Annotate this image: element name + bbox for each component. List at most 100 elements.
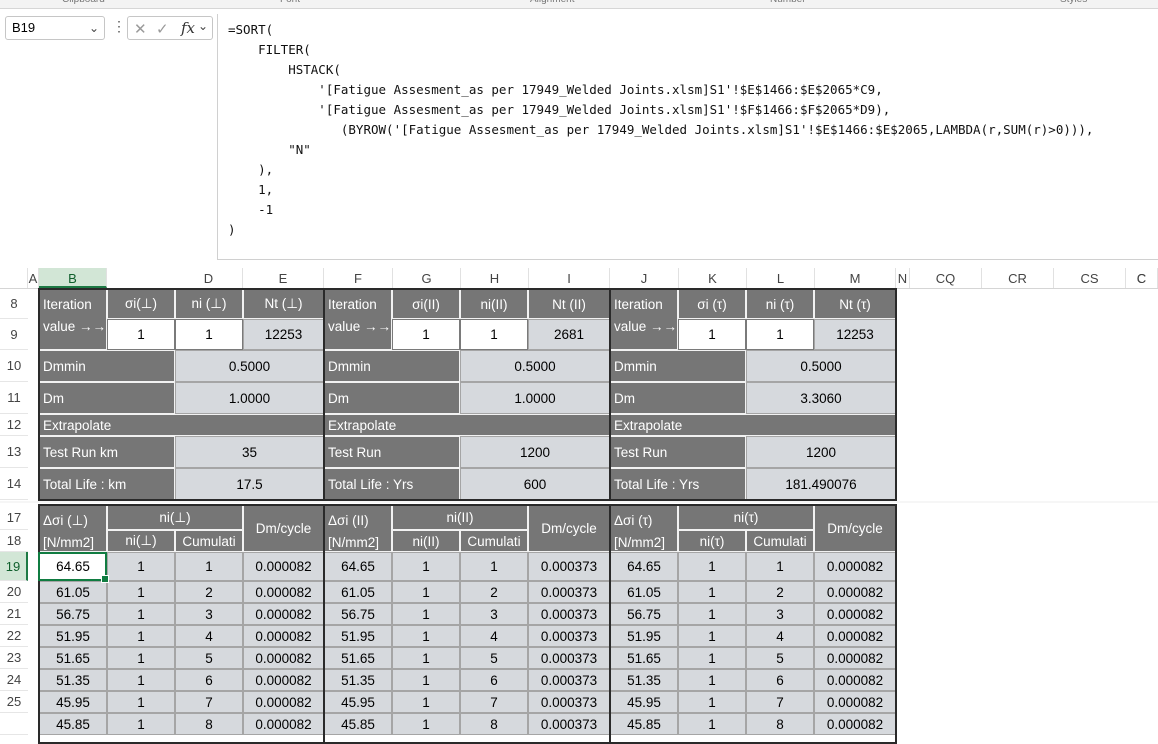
delta-sigma-header[interactable]: Δσi (⊥) [N/mm2] (39, 505, 107, 552)
row-header-10[interactable]: 10 (0, 350, 28, 382)
ni-value[interactable]: 1 (392, 625, 460, 647)
dmmin-value[interactable]: 0.5000 (175, 350, 324, 382)
stress-range-value[interactable]: 51.35 (39, 669, 107, 691)
ni-value[interactable]: 1 (107, 713, 175, 735)
cumulative-value[interactable]: 8 (746, 713, 814, 735)
cumulative-value[interactable]: 3 (746, 603, 814, 625)
header-cumulative[interactable]: Cumulati (460, 530, 528, 552)
header-cumulative[interactable]: Cumulati (746, 530, 814, 552)
ni-value[interactable]: 1 (392, 581, 460, 603)
row-header-13[interactable]: 13 (0, 436, 28, 468)
nt-value[interactable]: 12253 (814, 319, 896, 350)
cumulative-value[interactable]: 4 (746, 625, 814, 647)
header-ni[interactable]: ni(⊥) (107, 530, 175, 552)
formula-input[interactable]: =SORT( FILTER( HSTACK( '[Fatigue Assesme… (217, 14, 1158, 260)
dmmin-label[interactable]: Dmmin (39, 350, 175, 382)
dm-cycle-value[interactable]: 0.000082 (814, 647, 896, 669)
header-ni[interactable]: ni(τ) (678, 530, 746, 552)
header-sigma[interactable]: σi(⊥) (107, 289, 175, 319)
cumulative-value[interactable]: 5 (460, 647, 528, 669)
header-ni-group[interactable]: ni(⊥) (107, 505, 243, 530)
row-header-17[interactable]: 17 (0, 505, 28, 530)
dm-cycle-value[interactable]: 0.000373 (528, 603, 610, 625)
sigma-input[interactable]: 1 (678, 319, 746, 350)
column-header-f[interactable]: F (324, 268, 393, 288)
ni-input[interactable]: 1 (175, 319, 243, 350)
column-header-n[interactable]: N (896, 268, 910, 288)
column-header-l[interactable]: L (747, 268, 815, 288)
dm-cycle-value[interactable]: 0.000082 (243, 713, 324, 735)
active-cell-selection[interactable] (38, 552, 109, 583)
ni-value[interactable]: 1 (678, 669, 746, 691)
dm-label[interactable]: Dm (324, 382, 460, 414)
stress-range-value[interactable]: 51.65 (324, 647, 392, 669)
dm-cycle-value[interactable]: 0.000082 (814, 669, 896, 691)
dmmin-value[interactable]: 0.5000 (746, 350, 896, 382)
test-run-label[interactable]: Test Run (324, 436, 460, 468)
row-header-9[interactable]: 9 (0, 319, 28, 350)
ni-value[interactable]: 1 (107, 669, 175, 691)
stress-range-value[interactable]: 64.65 (324, 552, 392, 581)
dm-cycle-value[interactable]: 0.000082 (814, 691, 896, 713)
ni-value[interactable]: 1 (392, 669, 460, 691)
row-header-20[interactable]: 20 (0, 581, 28, 603)
column-header-d[interactable]: D (175, 268, 243, 288)
stress-range-value[interactable]: 61.05 (324, 581, 392, 603)
dm-cycle-value[interactable]: 0.000082 (814, 552, 896, 581)
more-options-icon[interactable]: ⋮ (112, 18, 126, 35)
test-run-value[interactable]: 35 (175, 436, 324, 468)
header-sigma[interactable]: σi (τ) (678, 289, 746, 319)
ni-value[interactable]: 1 (678, 713, 746, 735)
header-ni[interactable]: ni (⊥) (175, 289, 243, 319)
column-header-cr[interactable]: CR (982, 268, 1054, 288)
row-header-19[interactable]: 19 (0, 552, 28, 581)
cumulative-value[interactable]: 3 (175, 603, 243, 625)
cumulative-value[interactable]: 7 (175, 691, 243, 713)
total-life-value[interactable]: 17.5 (175, 468, 324, 500)
ni-value[interactable]: 1 (107, 581, 175, 603)
column-header-i[interactable]: I (529, 268, 610, 288)
cancel-icon[interactable]: ✕ (134, 20, 147, 38)
header-nt[interactable]: Nt (II) (528, 289, 610, 319)
dm-cycle-value[interactable]: 0.000373 (528, 625, 610, 647)
column-header-k[interactable]: K (679, 268, 747, 288)
dm-cycle-value[interactable]: 0.000082 (814, 625, 896, 647)
cumulative-value[interactable]: 7 (746, 691, 814, 713)
column-header-cq[interactable]: CQ (910, 268, 982, 288)
cumulative-value[interactable]: 4 (460, 625, 528, 647)
dm-cycle-value[interactable]: 0.000082 (243, 552, 324, 581)
stress-range-value[interactable]: 45.95 (324, 691, 392, 713)
select-all-corner[interactable] (0, 268, 28, 288)
column-header-e[interactable]: E (243, 268, 324, 288)
header-dm-cycle[interactable]: Dm/cycle (814, 505, 896, 552)
nt-value[interactable]: 2681 (528, 319, 610, 350)
ni-value[interactable]: 1 (392, 647, 460, 669)
chevron-down-icon[interactable]: ⌄ (198, 19, 208, 33)
row-header-12[interactable]: 12 (0, 414, 28, 436)
row-header-23[interactable]: 23 (0, 647, 28, 669)
sigma-input[interactable]: 1 (107, 319, 175, 350)
cumulative-value[interactable]: 8 (175, 713, 243, 735)
cumulative-value[interactable]: 5 (175, 647, 243, 669)
extrapolate-label[interactable]: Extrapolate (610, 414, 896, 436)
total-life-label[interactable]: Total Life : Yrs (324, 468, 460, 500)
header-ni[interactable]: ni(II) (392, 530, 460, 552)
stress-range-value[interactable]: 45.95 (39, 691, 107, 713)
stress-range-value[interactable]: 56.75 (39, 603, 107, 625)
stress-range-value[interactable]: 45.85 (324, 713, 392, 735)
ni-value[interactable]: 1 (107, 552, 175, 581)
ni-input[interactable]: 1 (460, 319, 528, 350)
dm-cycle-value[interactable]: 0.000082 (814, 581, 896, 603)
ni-value[interactable]: 1 (107, 647, 175, 669)
stress-range-value[interactable]: 45.95 (610, 691, 678, 713)
header-sigma[interactable]: σi(II) (392, 289, 460, 319)
stress-range-value[interactable]: 51.65 (610, 647, 678, 669)
test-run-value[interactable]: 1200 (460, 436, 610, 468)
header-dm-cycle[interactable]: Dm/cycle (243, 505, 324, 552)
stress-range-value[interactable]: 51.95 (610, 625, 678, 647)
ni-value[interactable]: 1 (392, 713, 460, 735)
column-header-j[interactable]: J (610, 268, 679, 288)
cumulative-value[interactable]: 3 (460, 603, 528, 625)
cumulative-value[interactable]: 1 (175, 552, 243, 581)
delta-sigma-header[interactable]: Δσi (II) [N/mm2] (324, 505, 392, 552)
